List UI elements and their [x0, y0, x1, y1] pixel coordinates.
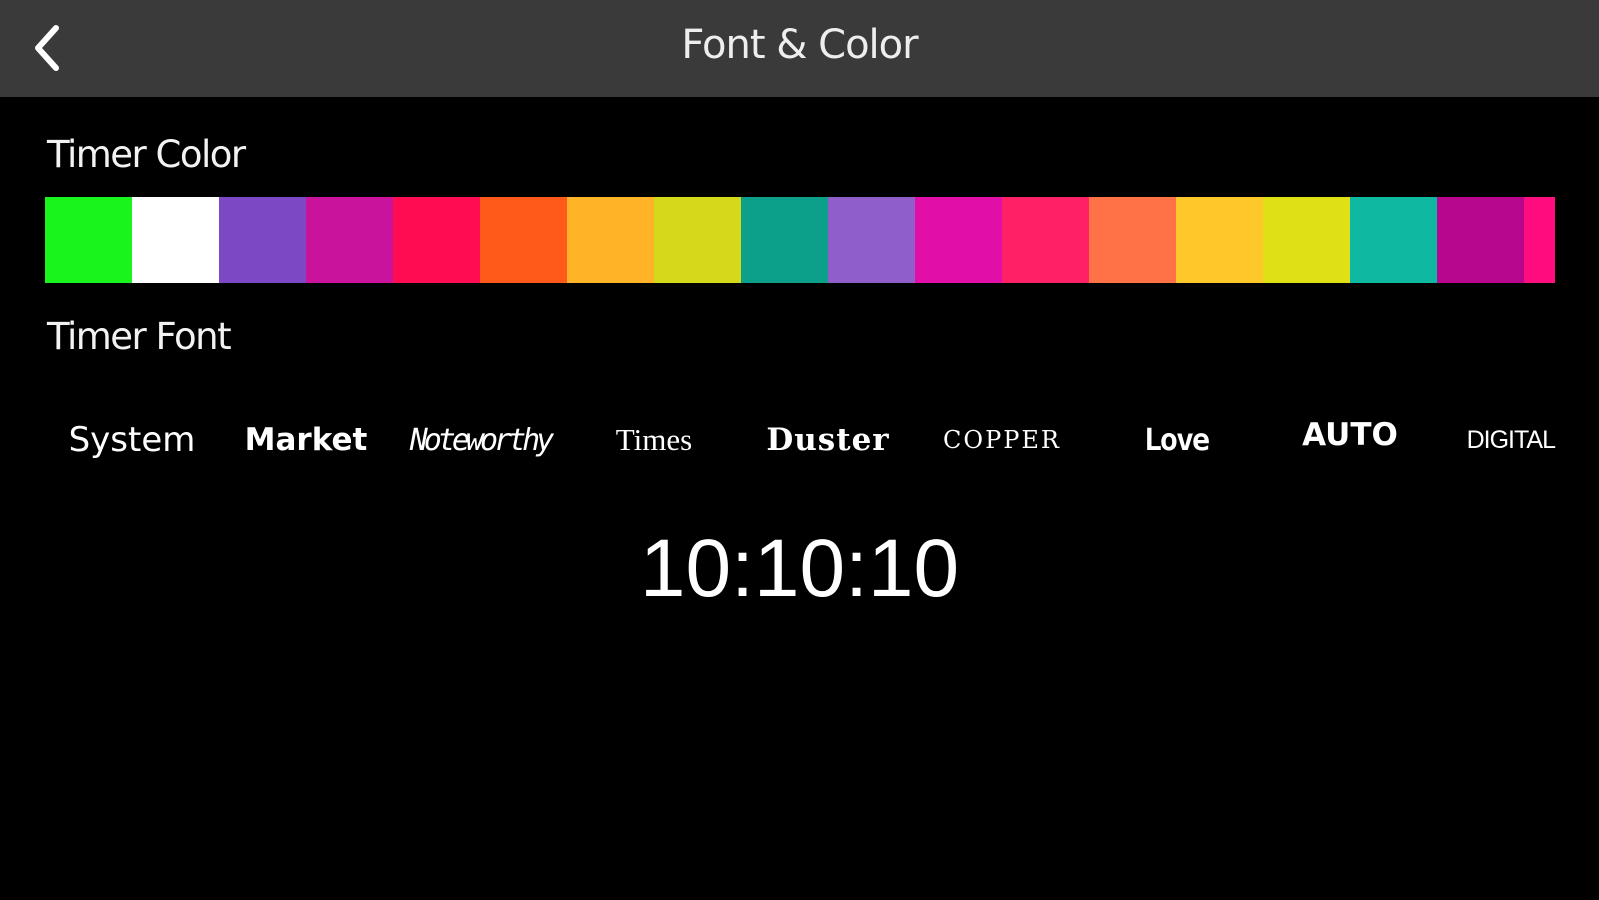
page-title: Font & Color [681, 22, 918, 68]
navigation-bar: Font & Color [0, 0, 1599, 97]
font-picker-row: System Market Noteworthy Times Duster CO… [45, 405, 1556, 475]
timer-color-label: Timer Color [47, 133, 246, 176]
color-swatch[interactable] [1002, 197, 1089, 283]
timer-font-label: Timer Font [47, 315, 232, 358]
font-option-copper[interactable]: COPPER [915, 405, 1089, 475]
font-option-system[interactable]: System [45, 405, 219, 475]
color-swatch[interactable] [828, 197, 915, 283]
color-swatch[interactable] [132, 197, 219, 283]
color-swatch[interactable] [1089, 197, 1176, 283]
color-swatch[interactable] [654, 197, 741, 283]
color-swatch[interactable] [1350, 197, 1437, 283]
font-option-market[interactable]: Market [219, 405, 393, 475]
font-option-digital[interactable]: DIGITAL [1415, 405, 1556, 475]
color-swatch-strip [45, 197, 1555, 283]
font-option-noteworthy[interactable]: Noteworthy [393, 405, 567, 475]
color-swatch[interactable] [306, 197, 393, 283]
color-swatch[interactable] [1524, 197, 1555, 283]
font-option-duster[interactable]: Duster [741, 405, 915, 475]
color-swatch[interactable] [1437, 197, 1524, 283]
color-swatch[interactable] [915, 197, 1002, 283]
color-swatch[interactable] [1263, 197, 1350, 283]
timer-preview: 10:10:10 [639, 523, 960, 614]
color-swatch[interactable] [741, 197, 828, 283]
color-swatch[interactable] [393, 197, 480, 283]
font-option-auto[interactable]: AUTO [1263, 400, 1437, 470]
color-swatch[interactable] [480, 197, 567, 283]
font-option-times[interactable]: Times [567, 405, 741, 475]
font-option-love[interactable]: Love [1089, 405, 1263, 475]
color-swatch[interactable] [567, 197, 654, 283]
color-swatch[interactable] [1176, 197, 1263, 283]
color-swatch[interactable] [219, 197, 306, 283]
color-swatch[interactable] [45, 197, 132, 283]
